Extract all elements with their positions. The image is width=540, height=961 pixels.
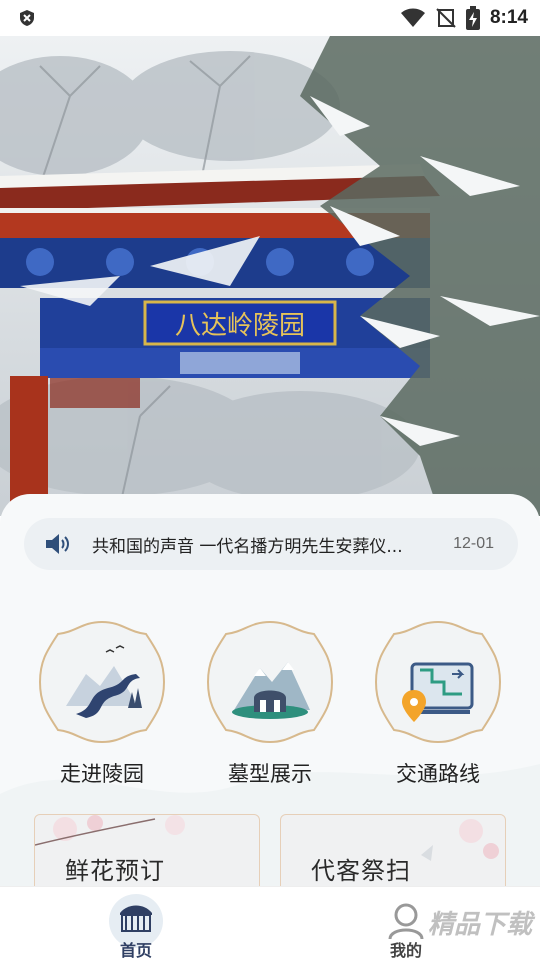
home-content: 共和国的声音 一代名播方明先生安葬仪... 12-01 走进陵园 墓型展示 交通… [0, 494, 540, 886]
status-bar: 8:14 [0, 0, 540, 36]
speaker-icon [46, 534, 69, 554]
flower-order-card[interactable]: 鲜花预订 [34, 814, 260, 886]
feature-tomb-display[interactable]: 墓型展示 [202, 618, 338, 788]
gate-sign-text: 八达岭陵园 [175, 311, 305, 341]
proxy-sweeping-card[interactable]: 代客祭扫 [280, 814, 506, 886]
feature-frame [372, 618, 504, 746]
status-time: 8:14 [489, 7, 528, 28]
no-signal-icon [436, 8, 456, 28]
banner-carousel[interactable]: 八达岭陵园 [0, 36, 540, 516]
battery-charging-icon [465, 6, 480, 30]
feature-label: 交通路线 [396, 762, 480, 786]
banner-image: 八达岭陵园 [0, 36, 540, 516]
card-title: 鲜花预订 [65, 857, 165, 885]
feature-enter-cemetery[interactable]: 走进陵园 [34, 618, 170, 788]
shield-icon [20, 10, 34, 26]
card-title: 代客祭扫 [311, 857, 411, 885]
winding-road-mountain-icon [38, 620, 166, 744]
wifi-icon [400, 8, 425, 27]
feature-label: 走进陵园 [60, 762, 144, 786]
notice-bar[interactable]: 共和国的声音 一代名播方明先生安葬仪... 12-01 [24, 518, 518, 570]
map-location-icon [374, 620, 502, 744]
feature-traffic-route[interactable]: 交通路线 [370, 618, 506, 788]
notice-text[interactable]: 共和国的声音 一代名播方明先生安葬仪... [92, 532, 422, 557]
watermark-logo: 精品下载 [427, 910, 532, 940]
feature-frame [204, 618, 336, 746]
tab-home[interactable]: 首页 [96, 893, 176, 960]
feature-label: 墓型展示 [228, 762, 312, 786]
notice-date: 12-01 [453, 535, 494, 552]
tab-label: 首页 [119, 941, 152, 960]
tomb-mountain-icon [206, 620, 334, 744]
feature-frame [36, 618, 168, 746]
